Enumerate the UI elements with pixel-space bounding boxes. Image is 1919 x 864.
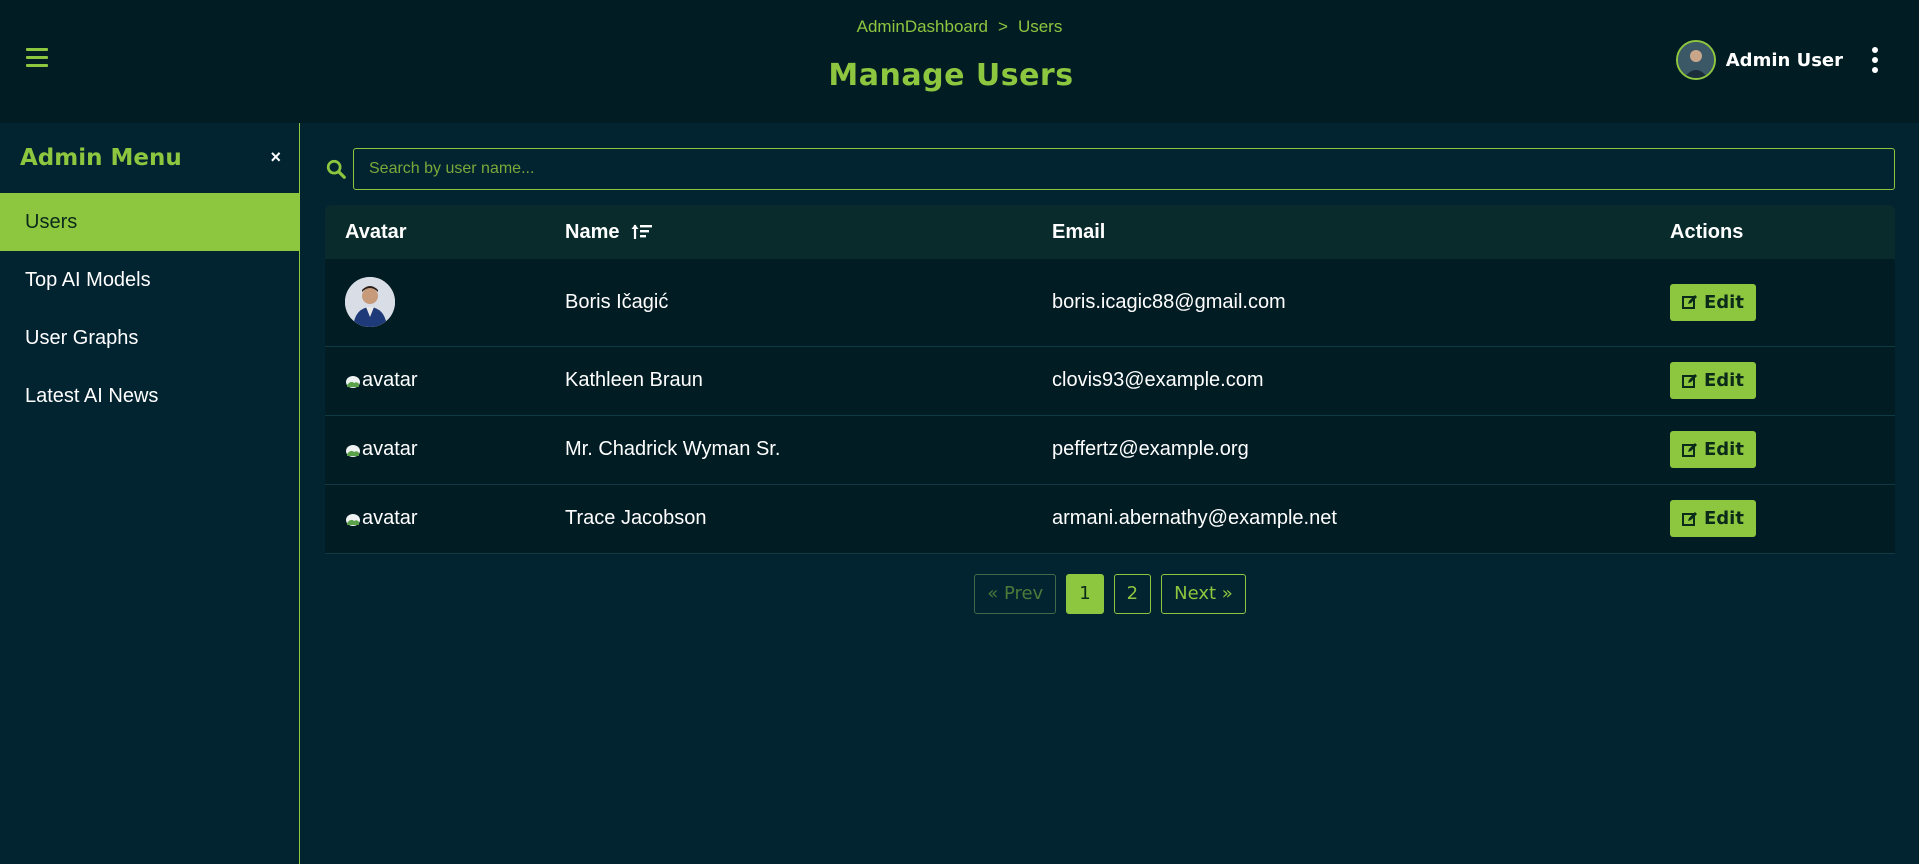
actions-cell: Edit	[1650, 259, 1895, 347]
user-name[interactable]: Admin User	[1726, 50, 1843, 71]
edit-button-label: Edit	[1704, 370, 1744, 391]
sidebar-header: Admin Menu ×	[0, 123, 299, 193]
edit-icon	[1682, 373, 1697, 388]
email-cell: boris.icagic88@gmail.com	[1032, 259, 1650, 347]
users-table: Avatar Name Email Actions Boris Ičagić b…	[325, 205, 1895, 554]
table-row: avatar Kathleen Braun clovis93@example.c…	[325, 346, 1895, 416]
top-header: AdminDashboard > Users Manage Users Admin …	[0, 0, 1919, 123]
next-page-button[interactable]: Next »	[1161, 573, 1246, 614]
table-row: Boris Ičagić boris.icagic88@gmail.com Ed…	[325, 259, 1895, 347]
page-button-2[interactable]: 2	[1113, 573, 1152, 614]
name-cell: Boris Ičagić	[545, 259, 1032, 347]
sort-ascending-icon[interactable]	[631, 223, 653, 241]
edit-button-label: Edit	[1704, 291, 1744, 313]
actions-cell: Edit	[1650, 484, 1895, 554]
column-header-actions: Actions	[1650, 205, 1895, 259]
edit-button[interactable]: Edit	[1670, 362, 1756, 399]
prev-page-button[interactable]: « Prev	[974, 573, 1057, 614]
avatar	[345, 277, 395, 328]
avatar-photo-icon	[1677, 42, 1714, 78]
broken-image-icon	[346, 444, 360, 457]
broken-avatar-image: avatar	[345, 438, 419, 461]
close-icon[interactable]: ×	[270, 147, 281, 168]
page-title: Manage Users	[828, 58, 1074, 93]
column-header-name[interactable]: Name	[545, 205, 1032, 259]
sidebar-item-users[interactable]: Users	[0, 193, 299, 251]
broken-image-icon	[346, 375, 360, 388]
breadcrumb-separator: >	[998, 17, 1008, 36]
sidebar-item-label: User Graphs	[25, 327, 139, 349]
sidebar-item-user-graphs[interactable]: User Graphs	[0, 309, 299, 367]
avatar-alt-text: avatar	[362, 369, 418, 391]
avatar-alt-text: avatar	[362, 438, 418, 460]
edit-button[interactable]: Edit	[1670, 431, 1756, 468]
email-cell: clovis93@example.com	[1032, 346, 1650, 416]
column-header-name-label: Name	[565, 220, 620, 243]
pagination: « Prev 1 2 Next »	[325, 573, 1895, 614]
avatar-photo-icon	[345, 277, 395, 328]
broken-avatar-image: avatar	[345, 369, 419, 392]
email-cell: peffertz@example.org	[1032, 415, 1650, 485]
avatar-cell: avatar	[325, 484, 545, 554]
name-cell: Mr. Chadrick Wyman Sr.	[545, 415, 1032, 485]
breadcrumb: AdminDashboard > Users	[0, 17, 1919, 37]
user-avatar[interactable]	[1675, 40, 1716, 80]
avatar-cell: avatar	[325, 415, 545, 485]
edit-button[interactable]: Edit	[1670, 500, 1756, 537]
avatar-cell: avatar	[325, 346, 545, 416]
sidebar: Admin Menu × Users Top AI Models User Gr…	[0, 123, 300, 864]
name-cell: Trace Jacobson	[545, 484, 1032, 554]
broken-image-icon	[346, 513, 360, 526]
user-menu: Admin User	[1675, 40, 1879, 80]
kebab-vertical-icon[interactable]	[1871, 45, 1879, 75]
table-row: avatar Mr. Chadrick Wyman Sr. peffertz@e…	[325, 415, 1895, 485]
main-content: Avatar Name Email Actions	[325, 148, 1895, 614]
avatar-cell	[325, 259, 545, 347]
edit-icon	[1682, 442, 1697, 457]
name-cell: Kathleen Braun	[545, 346, 1032, 416]
column-header-avatar: Avatar	[325, 205, 545, 259]
table-row: avatar Trace Jacobson armani.abernathy@e…	[325, 484, 1895, 554]
breadcrumb-root-link[interactable]: AdminDashboard	[857, 17, 988, 36]
sidebar-item-top-ai-models[interactable]: Top AI Models	[0, 251, 299, 309]
actions-cell: Edit	[1650, 415, 1895, 485]
edit-button-label: Edit	[1704, 508, 1744, 529]
breadcrumb-current: Users	[1017, 17, 1063, 36]
edit-icon	[1682, 295, 1697, 310]
edit-icon	[1682, 511, 1697, 526]
page-button-1[interactable]: 1	[1066, 573, 1104, 614]
sidebar-item-label: Top AI Models	[25, 269, 151, 291]
search-bar	[325, 148, 1895, 190]
actions-cell: Edit	[1650, 346, 1895, 416]
sidebar-item-label: Latest AI News	[25, 385, 159, 407]
column-header-email: Email	[1032, 205, 1650, 259]
sidebar-title: Admin Menu	[20, 145, 182, 171]
search-icon	[326, 159, 346, 179]
edit-button-label: Edit	[1704, 439, 1744, 460]
table-header-row: Avatar Name Email Actions	[325, 205, 1895, 259]
email-cell: armani.abernathy@example.net	[1032, 484, 1650, 554]
edit-button[interactable]: Edit	[1670, 283, 1756, 321]
avatar-alt-text: avatar	[362, 507, 418, 529]
sidebar-item-label: Users	[25, 211, 78, 233]
search-input[interactable]	[353, 148, 1895, 190]
broken-avatar-image: avatar	[345, 507, 419, 530]
sidebar-item-latest-ai-news[interactable]: Latest AI News	[0, 367, 299, 425]
